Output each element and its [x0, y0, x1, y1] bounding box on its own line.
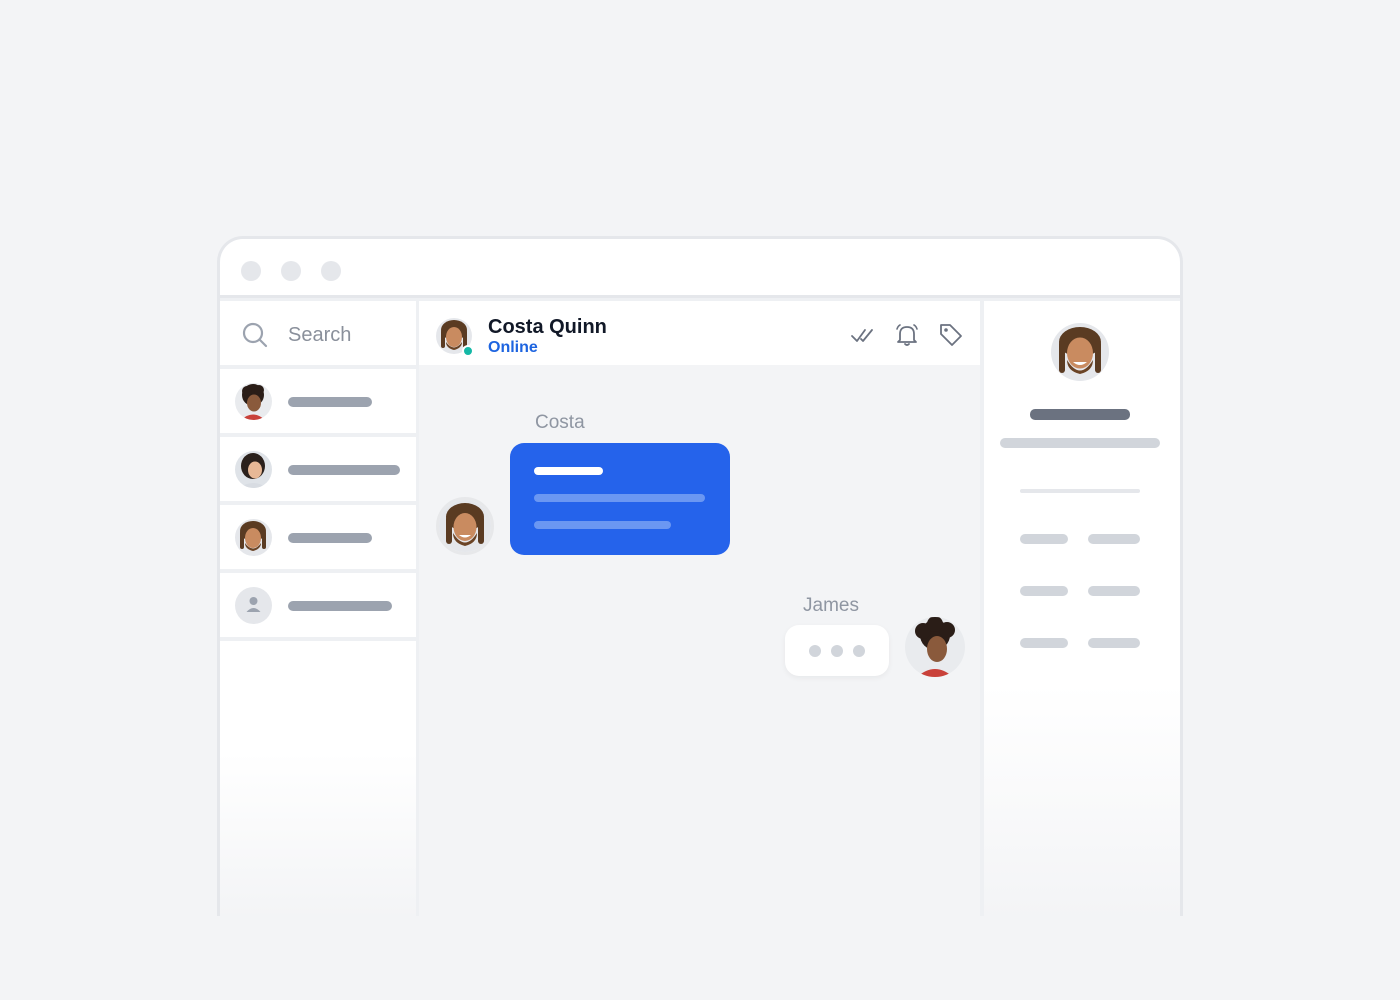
- contact-profile-panel: [984, 301, 1180, 916]
- avatar: [235, 451, 272, 488]
- typing-dot: [853, 645, 865, 657]
- tag-icon[interactable]: [938, 322, 964, 348]
- avatar: [235, 519, 272, 556]
- typing-dot: [831, 645, 843, 657]
- online-status-dot: [462, 345, 474, 357]
- profile-name-placeholder: [1030, 409, 1130, 420]
- chat-header: Costa Quinn Online: [419, 301, 980, 365]
- contact-name-placeholder: [288, 601, 392, 611]
- message-line: [534, 467, 603, 475]
- contact-name-placeholder: [288, 397, 372, 407]
- contact-item-3[interactable]: [220, 505, 416, 569]
- message-line: [534, 494, 705, 502]
- avatar[interactable]: [1051, 323, 1109, 381]
- search-placeholder: Search: [288, 324, 352, 346]
- avatar: [235, 383, 272, 420]
- title-bar: [220, 239, 1180, 298]
- double-check-icon[interactable]: [850, 322, 876, 348]
- profile-field-label: [1020, 534, 1068, 544]
- contact-name: Costa Quinn: [488, 316, 607, 338]
- contact-status: Online: [488, 339, 538, 356]
- profile-field-value: [1088, 534, 1140, 544]
- minimize-window-dot[interactable]: [281, 261, 301, 281]
- profile-subtitle-placeholder: [1000, 438, 1160, 448]
- profile-field-label: [1020, 638, 1068, 648]
- default-user-icon: [235, 587, 272, 624]
- message-bubble-received[interactable]: [510, 443, 730, 555]
- app-window: Search Costa Quinn Online Costa James: [217, 236, 1183, 916]
- search-bar[interactable]: Search: [220, 301, 416, 365]
- divider: [1020, 489, 1140, 493]
- contact-name-placeholder: [288, 533, 372, 543]
- contact-item-1[interactable]: [220, 369, 416, 433]
- chat-panel: Costa Quinn Online Costa James: [419, 301, 980, 916]
- typing-indicator: [785, 625, 889, 676]
- contact-item-2[interactable]: [220, 437, 416, 501]
- profile-field-value: [1088, 586, 1140, 596]
- close-window-dot[interactable]: [241, 261, 261, 281]
- message-sender-name: Costa: [535, 412, 585, 433]
- message-line: [534, 521, 671, 529]
- maximize-window-dot[interactable]: [321, 261, 341, 281]
- typing-dot: [809, 645, 821, 657]
- profile-field-label: [1020, 586, 1068, 596]
- contact-item-4[interactable]: [220, 573, 416, 637]
- avatar[interactable]: [905, 617, 965, 677]
- conversation-list: Search: [220, 301, 416, 916]
- profile-field-value: [1088, 638, 1140, 648]
- bell-icon[interactable]: [894, 322, 920, 348]
- message-sender-name: James: [803, 595, 859, 616]
- avatar[interactable]: [436, 497, 494, 555]
- contact-name-placeholder: [288, 465, 400, 475]
- search-icon: [242, 322, 268, 348]
- sidebar-empty-area: [220, 641, 416, 916]
